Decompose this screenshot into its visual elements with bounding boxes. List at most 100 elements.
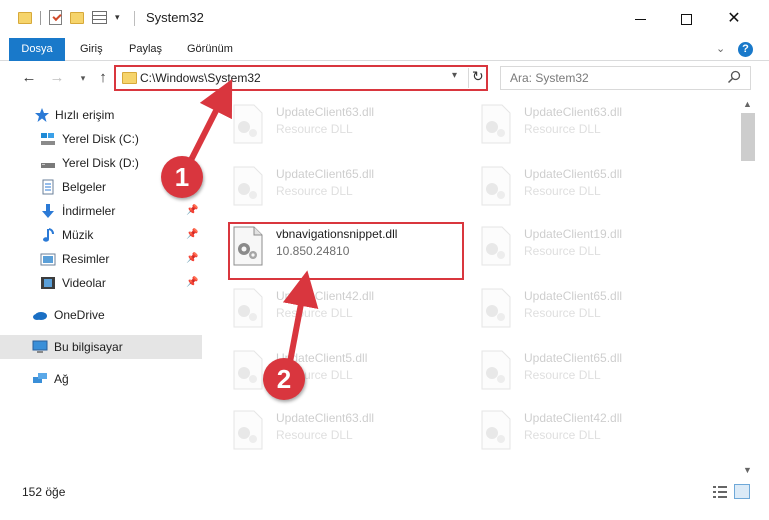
quick-access-toolbar: ▾ [18,10,120,25]
maximize-icon [680,13,692,25]
sidebar-item-downloads[interactable]: İndirmeler 📌 [0,199,202,223]
help-icon[interactable]: ? [738,42,753,57]
sidebar-item-label: Resimler [62,252,110,266]
title-divider [134,11,135,26]
list-item[interactable]: UpdateClient42.dll Resource DLL [222,279,462,335]
pin-icon: 📌 [186,277,199,288]
file-name: UpdateClient63.dll [524,105,623,119]
tab-home[interactable]: Giriş [80,38,103,61]
file-description: Resource DLL [524,184,601,198]
vertical-scrollbar[interactable]: ▲ ▼ [740,95,757,481]
sidebar-item-music[interactable]: Müzik 📌 [0,223,202,247]
address-bar[interactable]: C:\Windows\System32 ▾ ↻ [114,65,488,91]
file-description: Resource DLL [524,244,601,258]
minimize-button[interactable] [617,0,663,38]
title-bar: ▾ System32 ✕ [0,0,769,38]
navigation-bar: ← → ▾ ↑ C:\Windows\System32 ▾ ↻ Ara: Sys… [0,61,769,95]
sidebar-item-drive-c[interactable]: Yerel Disk (C:) [0,127,202,151]
computer-icon [32,340,48,353]
ribbon-tabs: Dosya Giriş Paylaş Görünüm ⌄ ? [0,38,769,61]
videos-icon [41,277,55,289]
sidebar-item-pictures[interactable]: Resimler 📌 [0,247,202,271]
scrollbar-thumb[interactable] [741,113,755,161]
file-name: UpdateClient19.dll [524,227,623,241]
list-item[interactable]: UpdateClient65.dll Resource DLL [222,157,462,213]
dll-file-icon [233,350,263,390]
file-list: UpdateClient63.dll Resource DLL UpdateCl… [222,95,740,481]
dll-file-icon [481,410,511,450]
step-1-badge: 1 [161,156,203,198]
list-item[interactable]: UpdateClient65.dll Resource DLL [470,157,710,213]
downloads-icon [42,204,54,218]
close-button[interactable]: ✕ [711,0,757,38]
file-description: Resource DLL [276,184,353,198]
window-title: System32 [146,10,204,25]
sidebar-item-label: Ağ [54,372,69,386]
address-history-dropdown-icon[interactable]: ▾ [452,70,457,81]
maximize-button[interactable] [663,0,709,38]
file-description: Resource DLL [524,122,601,136]
address-divider [468,68,469,88]
file-name: UpdateClient65.dll [276,167,375,181]
pin-icon: 📌 [186,205,199,216]
file-highlight-box [228,222,464,280]
list-item[interactable]: UpdateClient65.dll Resource DLL [470,279,710,335]
file-description: Resource DLL [276,306,353,320]
file-description: Resource DLL [524,368,601,382]
list-item[interactable]: UpdateClient63.dll Resource DLL [470,95,710,151]
list-item[interactable]: UpdateClient42.dll Resource DLL [470,401,710,457]
list-item[interactable]: UpdateClient65.dll Resource DLL [470,341,710,397]
sidebar-item-label: İndirmeler [62,204,116,218]
dll-file-icon [233,288,263,328]
search-icon[interactable] [727,70,741,84]
sidebar-item-videos[interactable]: Videolar 📌 [0,271,202,295]
list-item[interactable]: UpdateClient63.dll Resource DLL [222,401,462,457]
status-bar: 152 öğe [0,481,769,503]
scroll-up-arrow-icon[interactable]: ▲ [743,99,752,109]
tab-view[interactable]: Görünüm [187,38,233,61]
list-item[interactable]: UpdateClient5.dll Resource DLL [222,341,462,397]
dll-file-icon [481,226,511,266]
scroll-down-arrow-icon[interactable]: ▼ [743,465,752,475]
minimize-icon [634,18,646,20]
tab-file[interactable]: Dosya [9,38,65,61]
forward-button[interactable]: → [48,69,66,87]
properties-check-icon[interactable] [49,10,62,25]
customize-toolbar-dropdown-icon[interactable]: ▾ [115,12,120,23]
back-button[interactable]: ← [20,69,38,87]
sidebar-item-label: OneDrive [54,308,105,322]
sidebar-item-label: Bu bilgisayar [54,340,123,354]
sidebar-item-this-pc[interactable]: Bu bilgisayar [0,335,202,359]
file-description: Resource DLL [276,122,353,136]
refresh-button[interactable]: ↻ [472,68,484,85]
new-folder-icon[interactable] [70,11,84,24]
sidebar-item-network[interactable]: Ağ [0,367,202,391]
search-input[interactable]: Ara: System32 [500,66,751,90]
expand-ribbon-chevron-icon[interactable]: ⌄ [716,42,730,56]
file-name: UpdateClient63.dll [276,105,375,119]
file-description: Resource DLL [276,428,353,442]
large-icons-view-icon[interactable] [734,484,750,499]
details-view-icon[interactable] [712,485,728,499]
folder-icon [18,11,32,24]
folder-icon [122,72,137,84]
recent-locations-dropdown[interactable]: ▾ [74,69,92,87]
navigation-pane: Hızlı erişim Yerel Disk (C:) Yerel Disk … [0,95,203,481]
pin-icon: 📌 [186,253,199,264]
list-item[interactable]: UpdateClient63.dll Resource DLL [222,95,462,151]
close-icon: ✕ [727,10,741,27]
documents-icon [42,179,54,195]
properties-icon[interactable] [92,11,107,24]
file-name: UpdateClient65.dll [524,351,623,365]
dll-file-icon [481,288,511,328]
sidebar-item-onedrive[interactable]: OneDrive [0,303,202,327]
onedrive-cloud-icon [33,312,47,320]
up-button[interactable]: ↑ [94,69,112,87]
sidebar-item-quick-access[interactable]: Hızlı erişim [0,103,202,127]
file-name: UpdateClient65.dll [524,289,623,303]
search-placeholder: Ara: System32 [510,71,589,85]
list-item[interactable]: UpdateClient19.dll Resource DLL [470,217,710,273]
tab-share[interactable]: Paylaş [129,38,162,61]
sidebar-item-label: Müzik [62,228,94,242]
address-path[interactable]: C:\Windows\System32 [140,71,261,85]
